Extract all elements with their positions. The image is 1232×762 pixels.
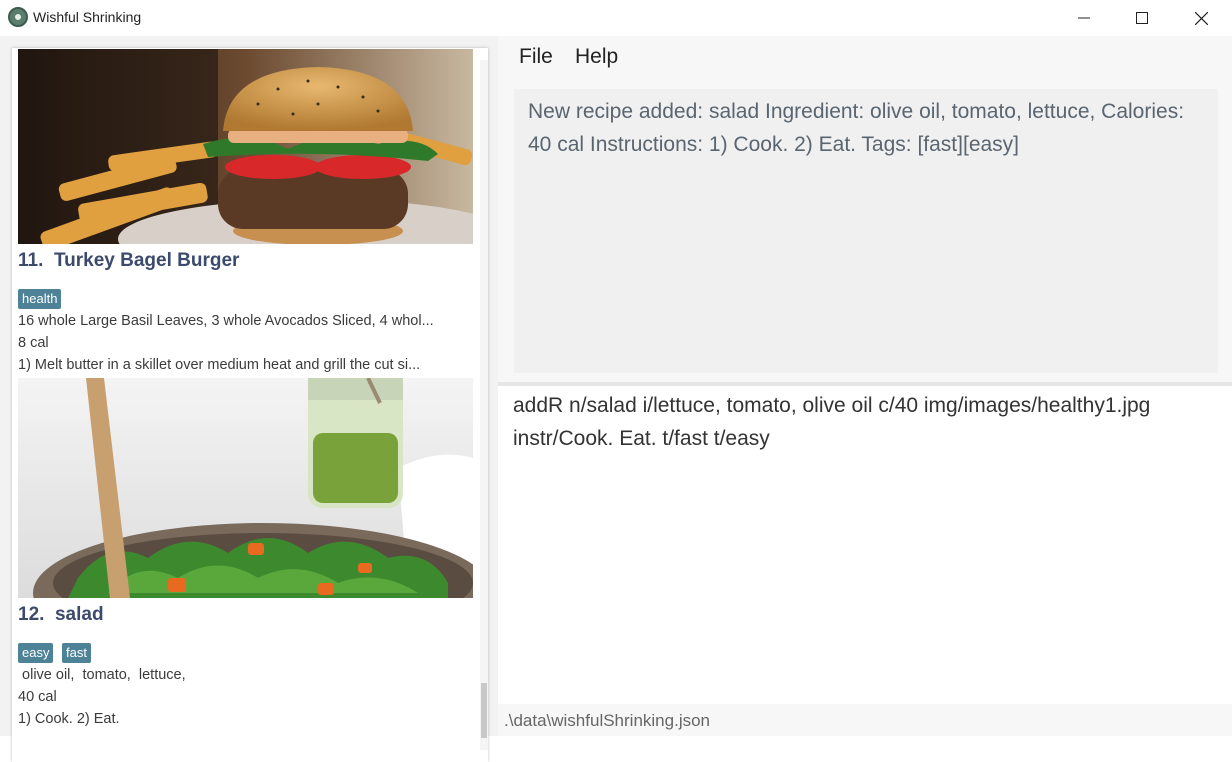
recipe-ingredients: olive oil, tomato, lettuce, (18, 667, 186, 683)
recipe-instructions: 1) Cook. 2) Eat. (18, 711, 120, 727)
recipe-calories: 8 cal (18, 335, 49, 351)
recipe-title: 12. salad (18, 604, 104, 626)
maximize-button[interactable] (1113, 0, 1171, 36)
close-button[interactable] (1172, 0, 1230, 36)
recipe-card-12[interactable]: 12. salad easy fast olive oil, tomato, l… (12, 376, 480, 762)
result-display[interactable]: New recipe added: salad Ingredient: oliv… (514, 89, 1218, 373)
minimize-icon (1078, 17, 1090, 19)
maximize-icon (1136, 12, 1148, 24)
tag-fast: fast (62, 643, 91, 663)
recipe-index: 12. (18, 604, 45, 625)
app-logo-icon (8, 7, 28, 27)
command-input[interactable]: addR n/salad i/lettuce, tomato, olive oi… (513, 389, 1213, 455)
close-icon (1194, 11, 1208, 25)
recipe-card-11[interactable]: 11. Turkey Bagel Burger health 16 whole … (12, 48, 480, 373)
tag-easy: easy (18, 643, 54, 663)
minimize-button[interactable] (1055, 0, 1113, 36)
window-title: Wishful Shrinking (33, 9, 142, 25)
main-panel: File Help New recipe added: salad Ingred… (498, 36, 1232, 736)
menu-bar: File Help (498, 36, 1232, 82)
save-file-path: .\data\wishfulShrinking.json (504, 711, 711, 730)
recipe-list[interactable]: 11. Turkey Bagel Burger health 16 whole … (12, 48, 488, 762)
recipe-calories: 40 cal (18, 689, 57, 705)
status-bar: .\data\wishfulShrinking.json (498, 704, 1232, 736)
recipe-instructions: 1) Melt butter in a skillet over medium … (18, 357, 421, 373)
result-text: New recipe added: salad Ingredient: oliv… (528, 100, 1185, 156)
recipe-list-scrollbar-track[interactable] (480, 60, 488, 750)
recipe-index: 11. (18, 250, 44, 271)
recipe-name: Turkey Bagel Burger (53, 250, 240, 271)
command-box[interactable]: addR n/salad i/lettuce, tomato, olive oi… (498, 386, 1232, 702)
menu-file[interactable]: File (519, 45, 553, 69)
recipe-image-salad (18, 378, 473, 598)
title-bar: Wishful Shrinking (0, 0, 1232, 36)
recipe-list-panel: 11. Turkey Bagel Burger health 16 whole … (0, 36, 498, 762)
recipe-image-burger (18, 49, 473, 244)
result-display-area: New recipe added: salad Ingredient: oliv… (498, 82, 1232, 382)
recipe-name: salad (54, 604, 104, 625)
recipe-ingredients: 16 whole Large Basil Leaves, 3 whole Avo… (18, 313, 434, 329)
recipe-list-scrollbar-thumb[interactable] (481, 683, 487, 738)
tag-health: health (18, 289, 62, 309)
menu-help[interactable]: Help (575, 45, 618, 69)
recipe-title: 11. Turkey Bagel Burger (18, 250, 239, 272)
